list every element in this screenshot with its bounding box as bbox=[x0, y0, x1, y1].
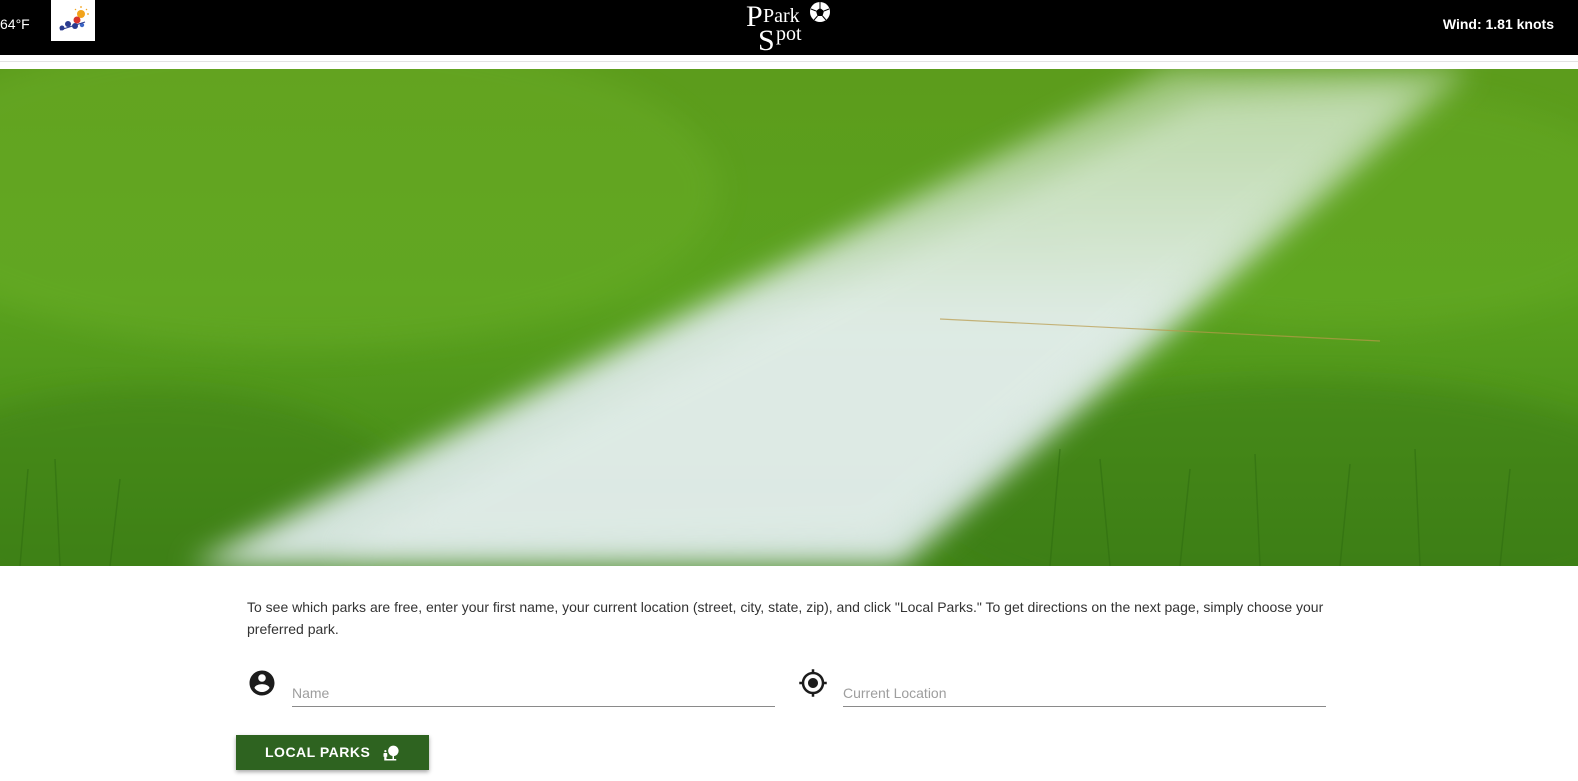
divider-line bbox=[0, 61, 1578, 62]
weather-icon bbox=[51, 0, 95, 41]
name-input[interactable] bbox=[292, 680, 775, 707]
soccer-ball-icon bbox=[810, 2, 830, 22]
location-input[interactable] bbox=[843, 680, 1326, 707]
my-location-icon[interactable] bbox=[798, 668, 828, 698]
svg-text:S: S bbox=[758, 24, 775, 56]
name-field[interactable] bbox=[247, 668, 777, 716]
account-circle-icon bbox=[249, 670, 275, 696]
intro-text: To see which parks are free, enter your … bbox=[247, 599, 1324, 637]
nature-people-icon bbox=[383, 745, 399, 761]
svg-text:pot: pot bbox=[776, 23, 802, 45]
top-bar: 64°F P Park S pot Wind: 1.81 knots bbox=[0, 0, 1578, 57]
location-field[interactable] bbox=[798, 668, 1328, 716]
park-spot-logo[interactable]: P Park S pot bbox=[740, 0, 836, 57]
header-divider bbox=[0, 55, 1578, 69]
local-parks-button-label: LOCAL PARKS bbox=[265, 744, 371, 760]
temperature-label: 64°F bbox=[0, 16, 30, 32]
hero-image bbox=[0, 69, 1578, 566]
wind-label: Wind: 1.81 knots bbox=[1442, 16, 1554, 32]
local-parks-button[interactable]: LOCAL PARKS bbox=[236, 735, 429, 770]
